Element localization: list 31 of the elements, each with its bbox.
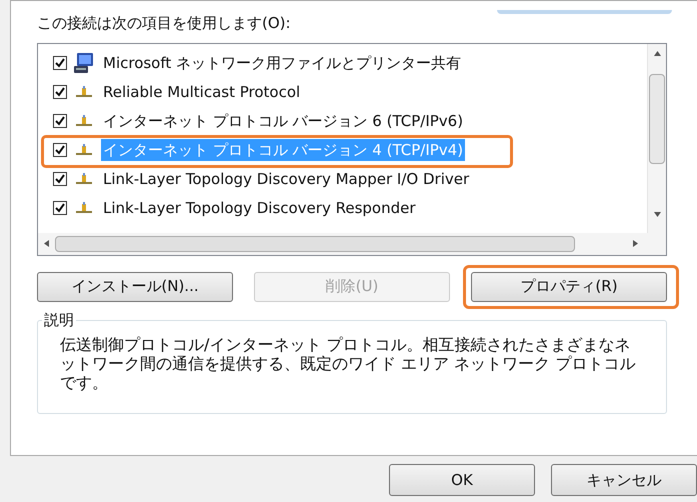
list-item[interactable]: Microsoft ネットワーク用ファイルとプリンター共有 (101, 52, 464, 74)
checkbox[interactable] (53, 85, 67, 99)
checkbox[interactable] (53, 143, 67, 157)
scroll-left-icon[interactable] (44, 240, 49, 247)
checkbox[interactable] (53, 114, 67, 128)
scroll-up-icon[interactable] (654, 50, 660, 56)
list-item[interactable]: Link-Layer Topology Discovery Mapper I/O Driver (101, 168, 472, 190)
network-protocol-icon (75, 173, 93, 185)
dialog-button[interactable]: OK (389, 464, 535, 496)
network-protocol-icon (75, 202, 93, 214)
network-protocol-icon (75, 86, 93, 98)
scroll-thumb[interactable] (649, 74, 665, 164)
scroll-down-icon[interactable] (654, 212, 660, 216)
dialog-button[interactable]: プロパティ(R) (471, 272, 667, 302)
section-label: この接続は次の項目を使用します(O): (37, 13, 292, 34)
vertical-scrollbar[interactable] (647, 44, 666, 232)
checkbox[interactable] (53, 56, 67, 70)
network-protocol-icon (75, 144, 93, 156)
list-item[interactable]: Reliable Multicast Protocol (101, 80, 302, 104)
scroll-thumb[interactable] (55, 236, 575, 252)
list-item[interactable]: インターネット プロトコル バージョン 6 (TCP/IPv6) (101, 110, 466, 132)
computer-icon (73, 52, 95, 74)
scroll-right-icon[interactable] (633, 240, 638, 247)
horizontal-scrollbar[interactable] (38, 232, 666, 254)
dialog-button[interactable]: キャンセル (551, 464, 697, 496)
description-text: 伝送制御プロトコル/インターネット プロトコル。相互接続されたさまざまなネットワーク間の通信を提供する、既定のワイド エリア ネットワーク プロトコルです。 (60, 334, 636, 392)
dialog-button[interactable]: インストール(N)... (37, 272, 233, 302)
network-protocol-icon (75, 115, 93, 127)
checkbox[interactable] (53, 201, 67, 215)
checkbox[interactable] (53, 172, 67, 186)
list-item[interactable]: Link-Layer Topology Discovery Responder (101, 196, 418, 220)
